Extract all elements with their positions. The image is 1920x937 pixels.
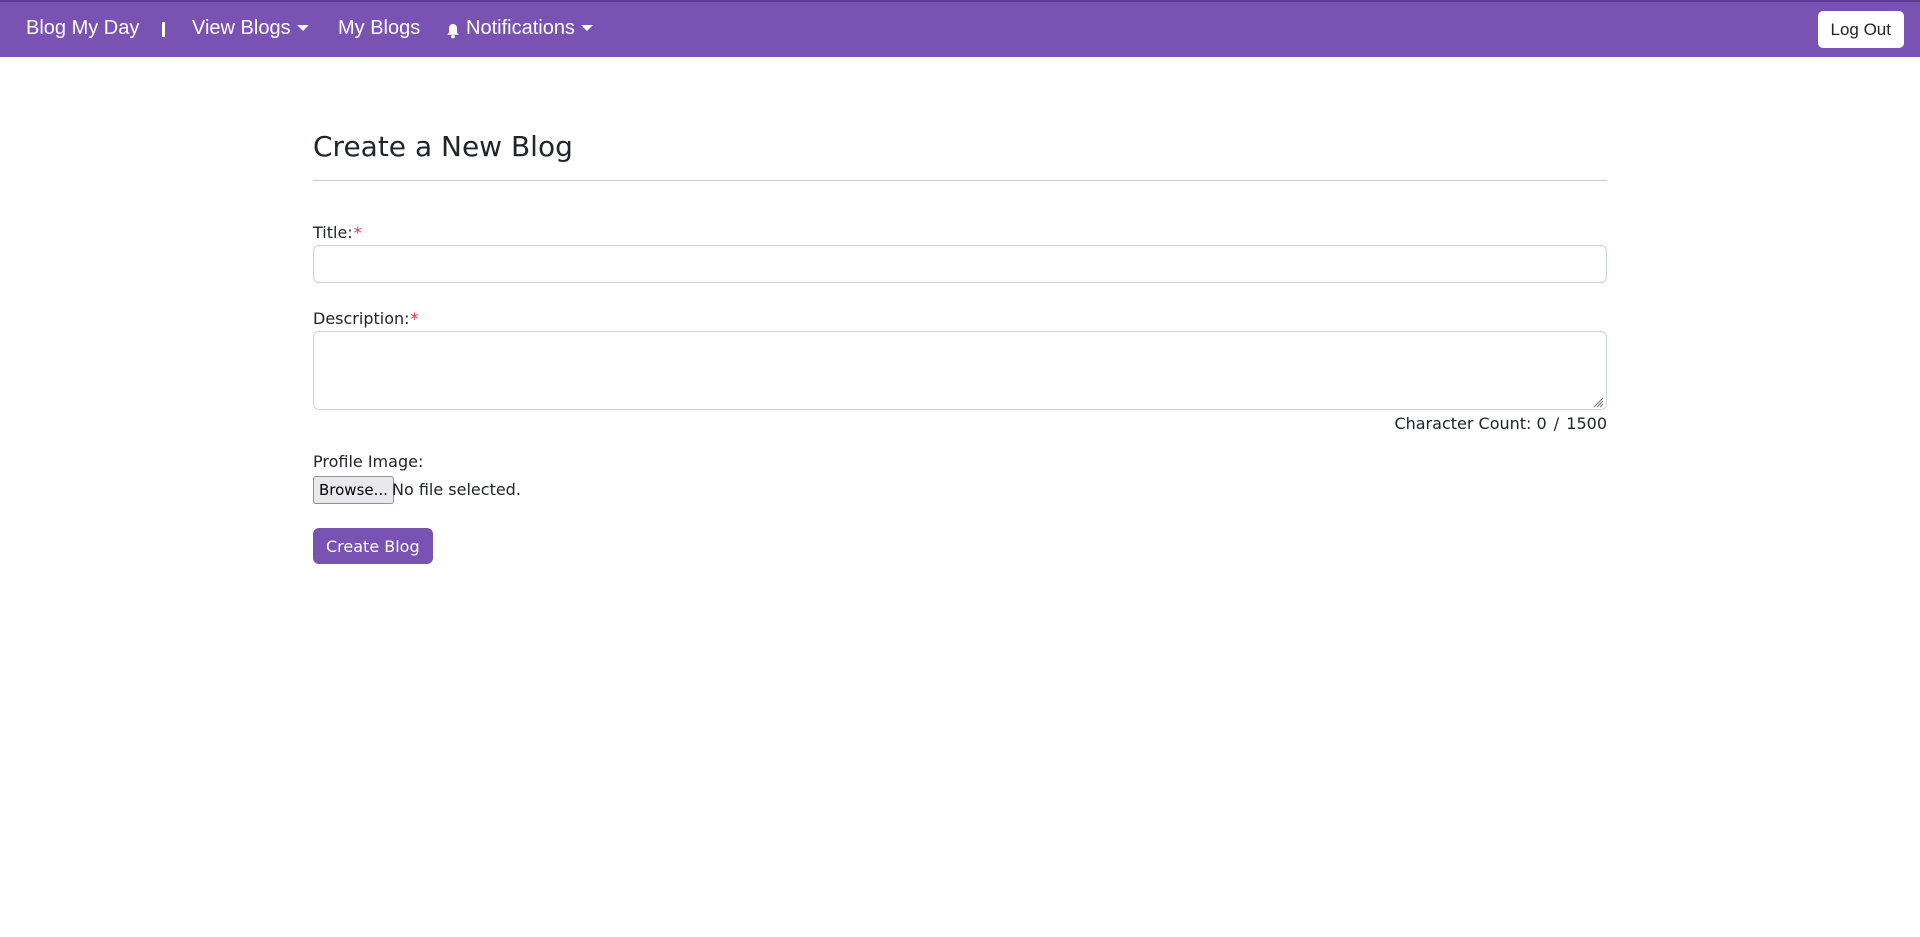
- browse-file-button[interactable]: Browse...: [313, 476, 394, 504]
- character-count-separator: /: [1553, 414, 1560, 433]
- title-input[interactable]: [313, 245, 1607, 283]
- create-blog-button[interactable]: Create Blog: [313, 528, 433, 564]
- description-label-text: Description:: [313, 309, 410, 328]
- my-blogs-label: My Blogs: [338, 17, 421, 39]
- view-blogs-dropdown[interactable]: View Blogs: [192, 17, 309, 40]
- resize-handle-icon[interactable]: [1593, 397, 1604, 408]
- profile-image-label: Profile Image:: [313, 452, 424, 471]
- required-marker: *: [353, 223, 362, 242]
- page-title: Create a New Blog: [313, 130, 573, 163]
- caret-down-icon: [296, 24, 309, 31]
- title-divider: [313, 180, 1607, 181]
- caret-down-icon: [580, 24, 593, 31]
- notifications-label: Notifications: [466, 17, 575, 39]
- character-count-current: 0: [1536, 414, 1547, 433]
- notifications-dropdown[interactable]: Notifications: [446, 17, 593, 40]
- bell-icon: [447, 23, 459, 38]
- title-label-text: Title:: [313, 223, 353, 242]
- top-navbar: Blog My Day View Blogs My Blogs Notifica…: [0, 0, 1920, 57]
- description-label: Description:*: [313, 309, 419, 328]
- brand-link[interactable]: Blog My Day: [26, 17, 139, 40]
- description-textarea[interactable]: [313, 331, 1607, 410]
- view-blogs-label: View Blogs: [192, 17, 291, 39]
- my-blogs-link[interactable]: My Blogs: [338, 17, 420, 40]
- character-count-max: 1500: [1566, 414, 1607, 433]
- required-marker: *: [410, 309, 419, 328]
- logout-button[interactable]: Log Out: [1817, 11, 1904, 48]
- nav-separator: [162, 22, 165, 37]
- character-count: Character Count: 0 / 1500: [1394, 414, 1607, 433]
- title-label: Title:*: [313, 223, 362, 242]
- character-count-label: Character Count:: [1394, 414, 1532, 433]
- file-status: No file selected.: [392, 480, 521, 499]
